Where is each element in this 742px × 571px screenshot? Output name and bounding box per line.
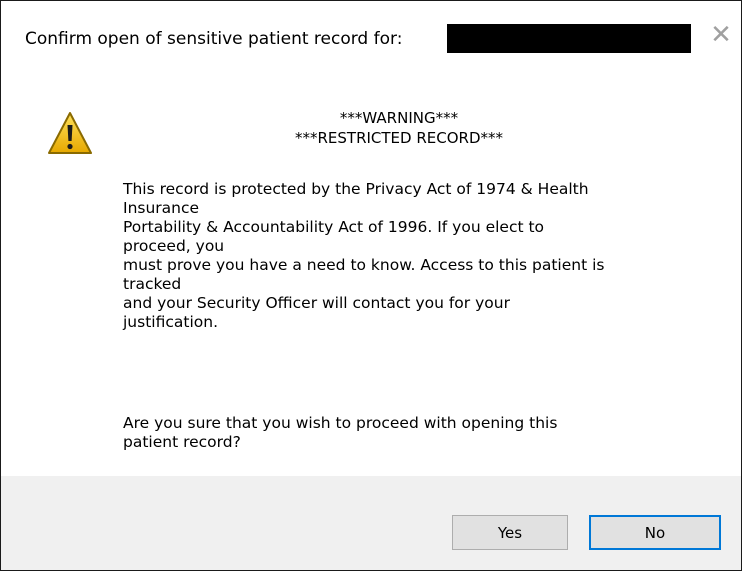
warning-heading-line1: ***WARNING*** — [339, 109, 459, 127]
dialog-title: Confirm open of sensitive patient record… — [25, 29, 403, 49]
no-button[interactable]: No — [589, 515, 721, 550]
confirmation-question-line: patient record? — [123, 433, 241, 451]
redacted-patient-name — [447, 24, 691, 53]
confirmation-question-line: Are you sure that you wish to proceed wi… — [123, 414, 558, 432]
privacy-notice-line: Insurance — [123, 199, 200, 217]
dialog-button-bar: Yes No — [1, 476, 741, 570]
privacy-notice-line: justification. — [123, 313, 218, 331]
confirmation-question: Are you sure that you wish to proceed wi… — [123, 414, 713, 452]
dialog-title-bar: Confirm open of sensitive patient record… — [1, 1, 741, 77]
privacy-notice-line: and your Security Officer will contact y… — [123, 294, 510, 312]
privacy-notice-line: This record is protected by the Privacy … — [123, 180, 589, 198]
privacy-notice-line: proceed, you — [123, 237, 225, 255]
privacy-notice-line: Portability & Accountability Act of 1996… — [123, 218, 545, 236]
privacy-notice: This record is protected by the Privacy … — [123, 180, 713, 332]
privacy-notice-line: must prove you have a need to know. Acce… — [123, 256, 605, 274]
close-button[interactable]: ✕ — [701, 15, 741, 55]
warning-heading: ***WARNING*** ***RESTRICTED RECORD*** — [201, 108, 597, 148]
warning-heading-line2: ***RESTRICTED RECORD*** — [294, 129, 503, 147]
warning-icon — [48, 112, 92, 154]
close-icon[interactable]: ✕ — [710, 22, 732, 48]
confirm-dialog: ‥ ‥‥ ‥ ‥‥‥‥‥ Confirm open of sensitive p… — [0, 0, 742, 571]
yes-button[interactable]: Yes — [452, 515, 568, 550]
privacy-notice-line: tracked — [123, 275, 182, 293]
